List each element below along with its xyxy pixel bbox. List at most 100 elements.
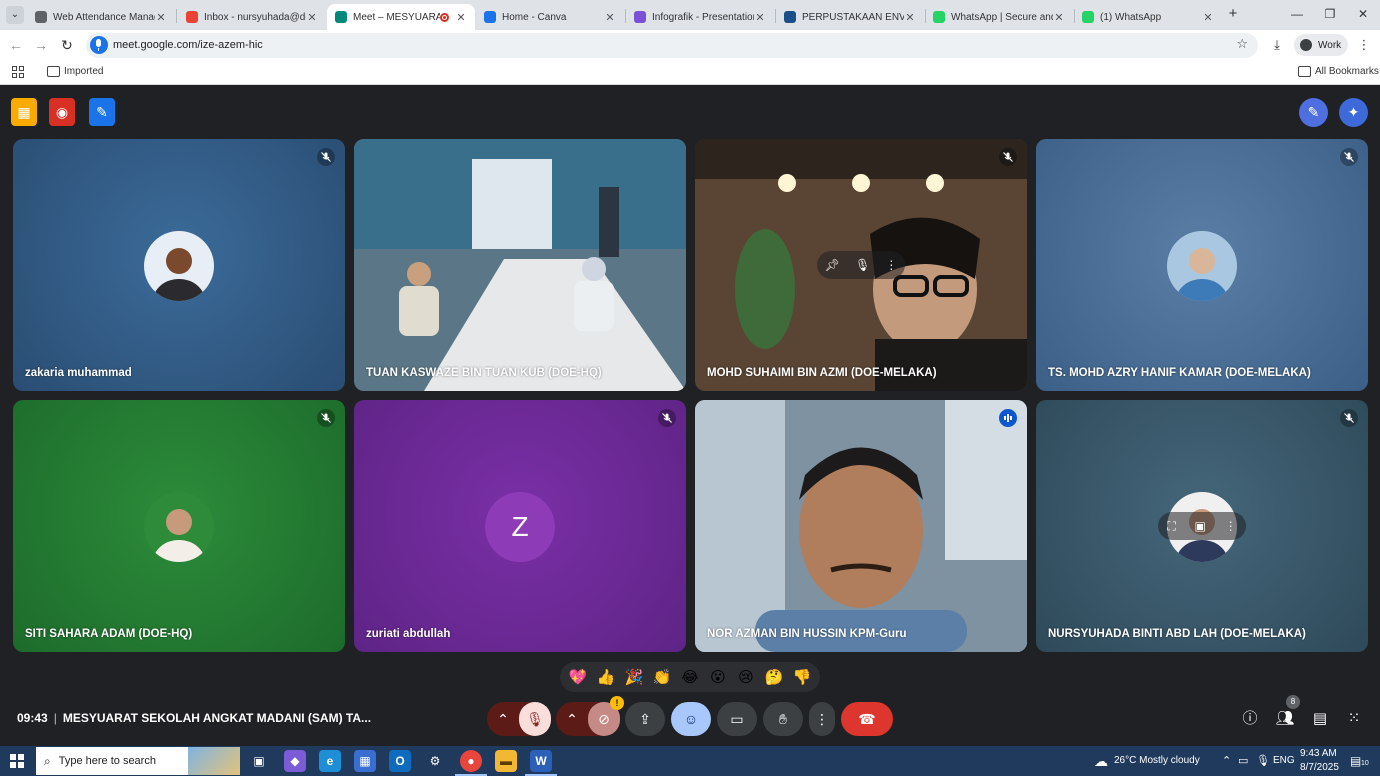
browser-tab[interactable]: Inbox - nursyuhada@doe ✕ [178, 4, 326, 30]
browser-tab[interactable]: Meet – MESYUARAT S ✕ [327, 4, 475, 30]
present-button[interactable]: ⇪ [625, 702, 665, 736]
taskbar-search-box[interactable]: ⌕ Type here to search [36, 747, 240, 775]
people-icon[interactable]: 👥︎ [1275, 709, 1295, 729]
mute-participant-icon[interactable]: 🎙︎ [855, 258, 870, 272]
task-view-icon[interactable]: ▣ [248, 750, 270, 772]
participant-name: SITI SAHARA ADAM (DOE-HQ) [25, 628, 193, 640]
tile-more-icon[interactable]: ⋮ [1225, 519, 1237, 533]
camera-options-chevron-icon[interactable]: ⌃ [556, 702, 588, 736]
bookmark-imported[interactable]: Imported [64, 66, 103, 77]
mic-off-icon[interactable]: 🎙︎ [519, 702, 551, 736]
browser-tab[interactable]: (1) WhatsApp ✕ [1074, 4, 1222, 30]
participant-tile[interactable]: NOR AZMAN BIN HUSSIN KPM-Guru [695, 400, 1027, 652]
reaction-emoji[interactable]: 🎉 [622, 668, 646, 686]
start-button-icon[interactable] [10, 754, 24, 768]
participant-name: MOHD SUHAIMI BIN AZMI (DOE-MELAKA) [707, 367, 937, 379]
tab-search-button[interactable]: ⌄ [6, 6, 24, 24]
activities-grid-icon[interactable]: ⁙ [1344, 709, 1364, 729]
participant-tile[interactable]: TS. MOHD AZRY HANIF KAMAR (DOE-MELAKA) [1036, 139, 1368, 391]
all-bookmarks[interactable]: All Bookmarks [1315, 66, 1379, 77]
meeting-title: MESYUARAT SEKOLAH ANGKAT MADANI (SAM) TA… [62, 711, 372, 725]
record-icon[interactable]: ◉ [49, 98, 75, 126]
close-window-button[interactable]: ✕ [1355, 6, 1371, 22]
tab-close-icon[interactable]: ✕ [155, 11, 167, 24]
participant-tile[interactable]: ⛶ ▣ ⋮ NURSYUHADA BINTI ABD LAH (DOE-MELAKA) [1036, 400, 1368, 652]
address-bar[interactable]: meet.google.com/ize-azem-hic ☆ [86, 33, 1258, 58]
browser-tab[interactable]: Home - Canva ✕ [476, 4, 624, 30]
raise-hand-button[interactable]: ✋︎ [763, 702, 803, 736]
captions-button[interactable]: ▭ [717, 702, 757, 736]
outlook-icon[interactable]: O [389, 750, 411, 772]
microphone-in-use-icon[interactable] [90, 36, 108, 54]
tile-more-icon[interactable]: ⋮ [885, 258, 897, 272]
leave-call-button[interactable]: ☎ [841, 702, 893, 736]
language-indicator[interactable]: ENG [1273, 755, 1295, 766]
reaction-emoji[interactable]: 😢 [734, 668, 758, 686]
reaction-emoji[interactable]: 😮 [706, 668, 730, 686]
remove-icon[interactable]: ▣ [1195, 519, 1206, 533]
browser-tab[interactable]: Web Attendance Manage ✕ [27, 4, 175, 30]
frame-icon[interactable]: ⛶ [1167, 519, 1175, 534]
reaction-emoji[interactable]: 👏 [650, 668, 674, 686]
notifications-icon[interactable]: ▤ [1350, 754, 1361, 768]
tab-close-icon[interactable]: ✕ [1053, 11, 1065, 24]
tray-overflow-chevron-icon[interactable]: ⌃ [1222, 754, 1231, 767]
new-tab-button[interactable]: + [1225, 6, 1241, 22]
meeting-details-icon[interactable]: ⓘ [1240, 709, 1260, 729]
microphone-tray-icon[interactable]: 🎙︎ [1256, 754, 1270, 767]
browser-tab[interactable]: WhatsApp | Secure and R✕ [925, 4, 1073, 30]
word-icon[interactable]: W [530, 750, 552, 772]
chat-icon[interactable]: ▤ [1310, 709, 1330, 729]
tab-close-icon[interactable]: ✕ [904, 11, 916, 24]
back-button[interactable]: ← [8, 37, 24, 53]
more-options-button[interactable]: ⋮ [809, 702, 835, 736]
weather-cloud-icon[interactable]: ☁ [1090, 750, 1112, 772]
reaction-emoji[interactable]: 👍 [594, 668, 618, 686]
network-icon[interactable]: ▭ [1238, 754, 1248, 767]
clock-date[interactable]: 8/7/2025 [1300, 762, 1339, 773]
settings-gear-icon[interactable]: ⚙ [424, 750, 446, 772]
tab-close-icon[interactable]: ✕ [604, 11, 616, 24]
profile-button[interactable]: Work [1294, 34, 1348, 56]
participant-tile[interactable]: zakaria muhammad [13, 139, 345, 391]
gemini-sparkle-icon[interactable]: ✦ [1339, 98, 1368, 127]
minimize-button[interactable]: — [1289, 6, 1305, 22]
copilot-icon[interactable]: ◆ [284, 750, 306, 772]
meet-stage: ▦ ◉ ✎ ✎ ✦ zakaria muhammad TUAN KASWAZE B… [0, 86, 1380, 746]
pin-icon[interactable]: 📌︎ [825, 258, 840, 272]
recording-indicator-icon[interactable]: ▦ [11, 98, 37, 126]
reaction-emoji[interactable]: 💖 [566, 668, 590, 686]
participant-tile[interactable]: SITI SAHARA ADAM (DOE-HQ) [13, 400, 345, 652]
forward-button[interactable]: → [33, 37, 49, 53]
chrome-icon[interactable]: ● [460, 750, 482, 772]
tab-close-icon[interactable]: ✕ [754, 11, 766, 24]
bookmark-star-icon[interactable]: ☆ [1236, 36, 1248, 52]
reaction-emoji[interactable]: 😂 [678, 668, 702, 686]
reaction-emoji[interactable]: 👎 [790, 668, 814, 686]
apps-grid-icon[interactable] [12, 66, 24, 78]
notes-icon[interactable]: ✎ [89, 98, 115, 126]
browser-tab[interactable]: PERPUSTAKAAN ENVIRO✕ [776, 4, 924, 30]
tab-close-icon[interactable]: ✕ [306, 11, 318, 24]
whiteboard-pen-icon[interactable]: ✎ [1299, 98, 1328, 127]
participant-name: TS. MOHD AZRY HANIF KAMAR (DOE-MELAKA) [1048, 367, 1311, 379]
reload-button[interactable]: ↻ [59, 37, 75, 53]
tab-close-icon[interactable]: ✕ [455, 11, 467, 24]
store-icon[interactable]: ▦ [354, 750, 376, 772]
edge-icon[interactable]: e [319, 750, 341, 772]
browser-tab[interactable]: Infografik - Presentation (✕ [626, 4, 774, 30]
participant-tile[interactable]: 📌︎ 🎙︎ ⋮ MOHD SUHAIMI BIN AZMI (DOE-MELAKA) [695, 139, 1027, 391]
reaction-emoji[interactable]: 🤔 [762, 668, 786, 686]
browser-menu-icon[interactable]: ⋮ [1356, 37, 1372, 53]
reactions-button[interactable]: ☺ [671, 702, 711, 736]
tab-close-icon[interactable]: ✕ [1202, 11, 1214, 24]
participant-tile[interactable]: Zzuriati abdullah [354, 400, 686, 652]
weather-text[interactable]: 26°C Mostly cloudy [1114, 755, 1200, 766]
file-explorer-icon[interactable]: ▬ [495, 750, 517, 772]
downloads-icon[interactable]: ⤓ [1269, 37, 1285, 53]
mic-options-chevron-icon[interactable]: ⌃ [487, 702, 519, 736]
participant-tile[interactable]: TUAN KASWAZE BIN TUAN KUB (DOE-HQ) [354, 139, 686, 391]
restore-button[interactable]: ❐ [1322, 6, 1338, 22]
clock-time[interactable]: 9:43 AM [1300, 748, 1337, 759]
meeting-info: 09:43 | MESYUARAT SEKOLAH ANGKAT MADANI (S… [17, 711, 372, 725]
